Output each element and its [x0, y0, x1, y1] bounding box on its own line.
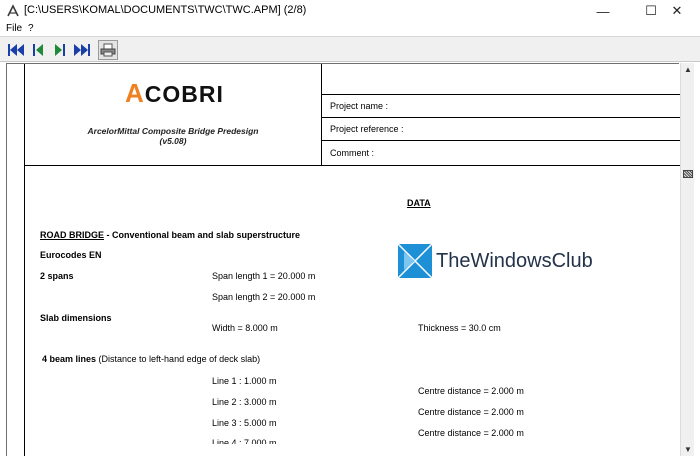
- slab-dimensions-label: Slab dimensions: [40, 313, 112, 323]
- beam-line-2: Line 2 : 3.000 m: [212, 397, 277, 407]
- header-blank-row: [322, 64, 682, 95]
- close-icon: ✕: [671, 3, 683, 18]
- centre-distance-2: Centre distance = 2.000 m: [418, 407, 524, 417]
- beam-lines: 4 beam lines (Distance to left-hand edge…: [42, 354, 260, 364]
- span-length-2: Span length 2 = 20.000 m: [212, 292, 316, 302]
- minimize-icon: —: [596, 3, 610, 19]
- project-name-label: Project name :: [330, 101, 389, 111]
- comment-row: Comment :: [322, 141, 682, 165]
- first-page-button[interactable]: [6, 40, 26, 60]
- spans-label: 2 spans: [40, 271, 74, 281]
- road-bridge-desc: - Conventional beam and slab superstruct…: [104, 230, 301, 240]
- eurocodes-label: Eurocodes EN: [40, 250, 102, 260]
- project-reference-row: Project reference :: [322, 118, 682, 141]
- minimize-button[interactable]: —: [580, 0, 626, 22]
- window-title: [C:\USERS\KOMAL\DOCUMENTS\TWC\TWC.APM] (…: [24, 4, 307, 16]
- beam-line-4: Line 4 : 7.000 m: [212, 438, 277, 444]
- next-page-button[interactable]: [50, 40, 70, 60]
- section-title: DATA: [407, 198, 431, 208]
- print-button[interactable]: [98, 40, 118, 60]
- last-page-icon: [74, 44, 90, 56]
- first-page-icon: [8, 44, 24, 56]
- watermark: TheWindowsClub: [398, 244, 593, 278]
- road-bridge-label: ROAD BRIDGE: [40, 230, 105, 240]
- menu-bar: File ?: [0, 22, 700, 36]
- vertical-scrollbar[interactable]: ▲ ▼: [680, 63, 694, 456]
- acobri-logo: ACOBRI: [125, 78, 224, 109]
- comment-label: Comment :: [330, 148, 375, 158]
- product-version: (v5.08): [159, 136, 187, 146]
- centre-distance-1: Centre distance = 2.000 m: [418, 386, 524, 396]
- chevron-down-icon: ▼: [684, 445, 692, 454]
- print-icon: [100, 43, 116, 57]
- slab-width: Width = 8.000 m: [212, 323, 278, 333]
- app-icon: [7, 4, 19, 17]
- menu-help[interactable]: ?: [28, 23, 34, 34]
- toolbar: [0, 36, 700, 62]
- previous-page-icon: [33, 44, 43, 56]
- beam-lines-label: 4 beam lines: [42, 354, 97, 364]
- scroll-thumb[interactable]: [683, 170, 693, 178]
- bridge-type: ROAD BRIDGE - Conventional beam and slab…: [40, 230, 300, 240]
- menu-file[interactable]: File: [6, 23, 22, 34]
- scroll-down-button[interactable]: ▼: [681, 443, 695, 456]
- logo-cell: ACOBRI ArcelorMittal Composite Bridge Pr…: [24, 64, 322, 165]
- project-reference-label: Project reference :: [330, 124, 404, 134]
- last-page-button[interactable]: [72, 40, 92, 60]
- centre-distance-3: Centre distance = 2.000 m: [418, 428, 524, 438]
- close-button[interactable]: ✕: [654, 0, 700, 22]
- previous-page-button[interactable]: [28, 40, 48, 60]
- chevron-up-icon: ▲: [684, 65, 692, 74]
- span-length-1: Span length 1 = 20.000 m: [212, 271, 316, 281]
- logo-initial: A: [125, 78, 145, 108]
- beam-line-3: Line 3 : 5.000 m: [212, 418, 277, 428]
- project-name-row: Project name :: [322, 95, 682, 118]
- report-header: ACOBRI ArcelorMittal Composite Bridge Pr…: [24, 64, 682, 166]
- watermark-text: TheWindowsClub: [436, 249, 593, 272]
- next-page-icon: [55, 44, 65, 56]
- logo-text: COBRI: [144, 81, 224, 107]
- beam-lines-desc: (Distance to left-hand edge of deck slab…: [96, 354, 261, 364]
- title-bar: [C:\USERS\KOMAL\DOCUMENTS\TWC\TWC.APM] (…: [0, 0, 700, 22]
- slab-thickness: Thickness = 30.0 cm: [418, 323, 501, 333]
- scroll-up-button[interactable]: ▲: [681, 63, 695, 76]
- windows-logo-icon: [398, 244, 432, 278]
- product-name: ArcelorMittal Composite Bridge Predesign: [87, 126, 259, 136]
- beam-line-1: Line 1 : 1.000 m: [212, 376, 277, 386]
